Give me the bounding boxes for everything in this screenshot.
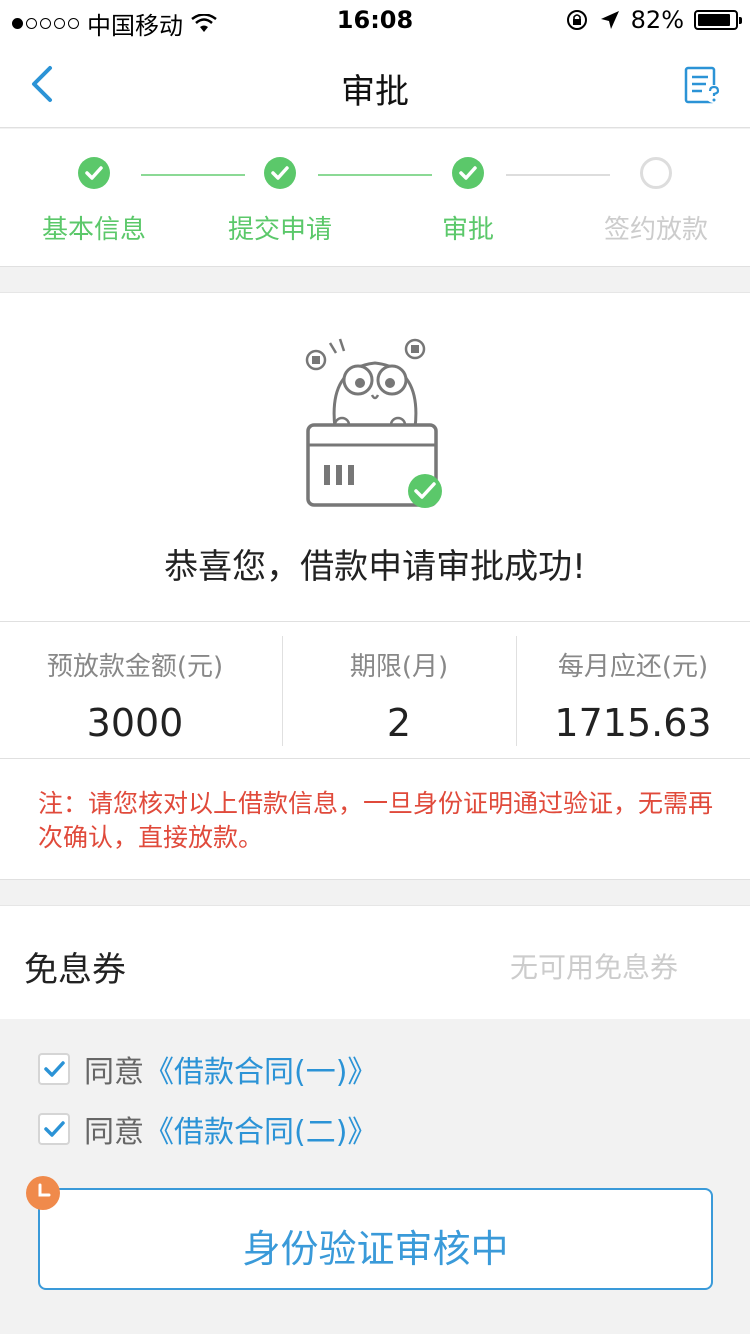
nav-bar: 审批	[0, 40, 750, 128]
agreement-row[interactable]: 同意 《借款合同(二)》	[38, 1107, 377, 1151]
step-label: 提交申请	[227, 215, 332, 245]
button-label: 身份验证审核中	[242, 1227, 509, 1271]
battery-icon	[694, 10, 742, 30]
stat-value: 2	[386, 701, 412, 745]
lock-rotation-icon	[566, 10, 587, 30]
check-icon	[44, 1061, 65, 1077]
contract-link[interactable]: 《借款合同(一)》	[144, 1047, 377, 1091]
coupon-label: 免息券	[24, 950, 126, 990]
coupon-value: 无可用免息券	[509, 951, 678, 984]
stat-label: 期限(月)	[349, 652, 449, 682]
loan-stats: 预放款金额(元) 3000 期限(月) 2 每月应还(元) 1715.63	[0, 621, 750, 759]
step-label: 签约放款	[603, 215, 708, 245]
check-icon	[264, 157, 296, 189]
status-right: 82%	[565, 6, 742, 34]
contract-link[interactable]: 《借款合同(二)》	[144, 1107, 377, 1151]
stat-value: 3000	[86, 701, 184, 745]
result-card: 恭喜您，借款申请审批成功! 预放款金额(元) 3000 期限(月) 2 每月应还…	[0, 292, 750, 880]
agreement-prefix: 同意	[84, 1055, 144, 1090]
step-basic-info: 基本信息	[4, 157, 184, 246]
battery-percent: 82%	[630, 6, 684, 34]
check-icon	[78, 157, 110, 189]
coupon-row[interactable]: 免息券 无可用免息券	[0, 905, 750, 1019]
stat-amount: 预放款金额(元) 3000	[0, 622, 270, 760]
check-icon	[44, 1121, 65, 1137]
status-bar: 中国移动 16:08 82%	[0, 0, 750, 40]
clock-icon	[26, 1176, 60, 1210]
checkbox[interactable]	[38, 1053, 70, 1085]
step-label: 审批	[441, 215, 494, 245]
step-sign-disburse: 签约放款	[566, 157, 746, 246]
agreement-prefix: 同意	[84, 1115, 144, 1150]
approved-mascot-icon	[305, 338, 442, 508]
step-submit: 提交申请	[190, 157, 370, 246]
page-title: 审批	[341, 72, 409, 112]
agreement-row[interactable]: 同意 《借款合同(一)》	[38, 1047, 377, 1091]
step-label: 基本信息	[41, 215, 146, 245]
location-arrow-icon	[600, 11, 619, 29]
empty-circle-icon	[640, 157, 672, 189]
notice-text: 注：请您核对以上借款信息，一旦身份证明通过验证，无需再次确认，直接放款。	[38, 789, 714, 852]
success-message: 恭喜您，借款申请审批成功!	[164, 547, 586, 587]
progress-steps: 基本信息 提交申请 审批 签约放款	[0, 129, 750, 267]
help-document-icon[interactable]	[682, 64, 724, 106]
checkbox[interactable]	[38, 1113, 70, 1145]
stat-value: 1715.63	[554, 701, 712, 745]
stat-monthly: 每月应还(元) 1715.63	[516, 622, 750, 760]
identity-verification-button[interactable]: 身份验证审核中	[38, 1188, 713, 1290]
stat-term: 期限(月) 2	[282, 622, 516, 760]
stat-label: 每月应还(元)	[557, 652, 709, 682]
stat-label: 预放款金额(元)	[46, 652, 224, 682]
check-icon	[452, 157, 484, 189]
step-approval: 审批	[378, 157, 558, 246]
